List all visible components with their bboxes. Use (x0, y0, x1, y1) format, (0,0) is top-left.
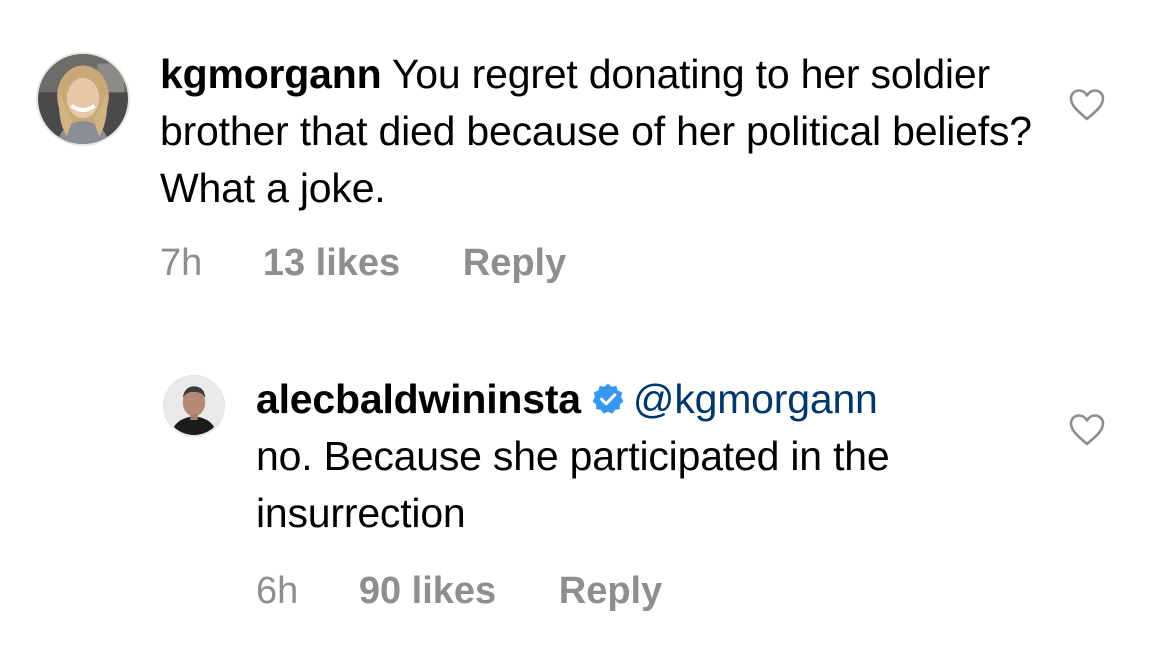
avatar-photo-icon (38, 54, 128, 144)
heart-icon[interactable] (1068, 413, 1106, 447)
comment-meta: 7h 13 likes Reply (160, 242, 566, 285)
reply-button[interactable]: Reply (559, 570, 662, 613)
avatar[interactable] (36, 52, 130, 146)
avatar[interactable] (163, 375, 225, 437)
mention-link[interactable]: @kgmorgann (633, 376, 878, 422)
comment: kgmorgann You regret donating to her sol… (36, 51, 1146, 302)
heart-icon[interactable] (1068, 88, 1106, 122)
comment-reply: alecbaldwininsta @kgmorgann no. Because s… (163, 375, 1148, 635)
comment-timestamp[interactable]: 7h (160, 242, 202, 285)
comment-body: no. Because she participated in the insu… (256, 433, 890, 536)
reply-button[interactable]: Reply (463, 242, 566, 285)
comment-username[interactable]: alecbaldwininsta (256, 376, 581, 422)
verified-badge-icon (592, 383, 624, 414)
comment-meta: 6h 90 likes Reply (256, 570, 662, 613)
comment-timestamp[interactable]: 6h (256, 570, 298, 613)
likes-count[interactable]: 13 likes (263, 242, 400, 285)
comment-text: alecbaldwininsta @kgmorgann no. Because s… (256, 371, 1046, 542)
avatar-photo-icon (165, 377, 223, 435)
comment-username[interactable]: kgmorgann (160, 51, 382, 97)
comment-text: kgmorgann You regret donating to her sol… (160, 46, 1040, 217)
likes-count[interactable]: 90 likes (359, 570, 496, 613)
